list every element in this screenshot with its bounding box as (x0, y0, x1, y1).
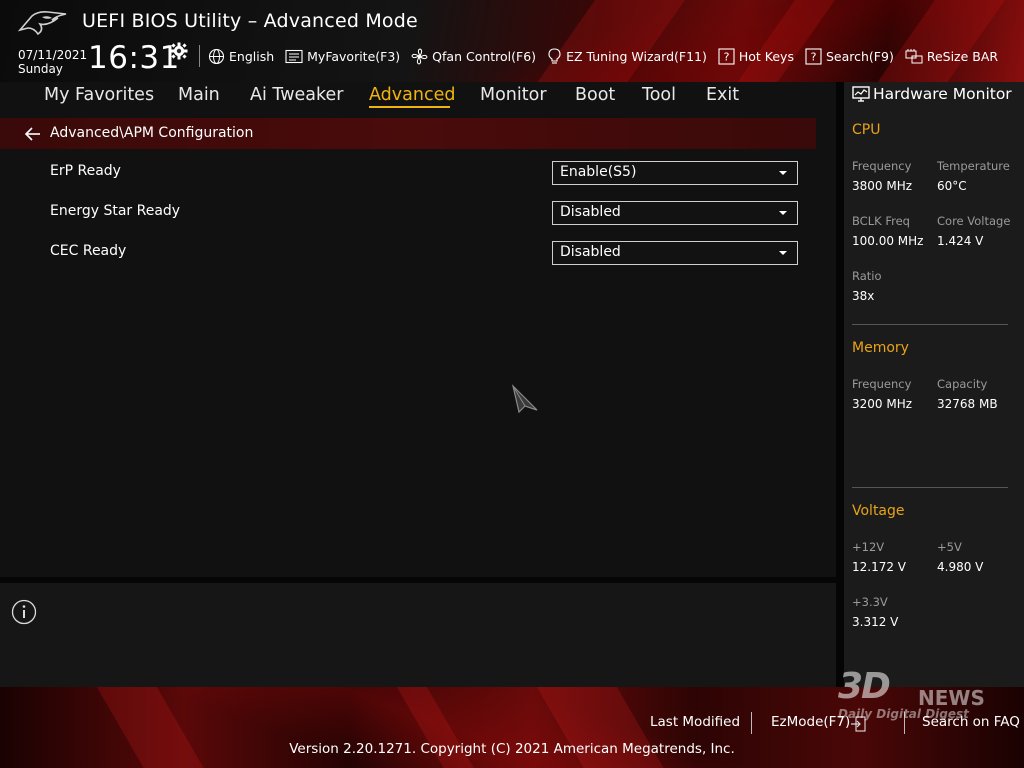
tab-main[interactable]: Main (178, 85, 220, 105)
v33-value: 3.312 V (852, 615, 899, 629)
mouse-cursor-icon (511, 384, 538, 414)
energy-star-ready-dropdown[interactable]: Disabled (552, 201, 798, 225)
search-label: Search(F9) (825, 48, 894, 64)
myfavorite-label: MyFavorite(F3) (307, 48, 401, 64)
search-box-icon: ? (805, 47, 822, 65)
language-button[interactable]: English (208, 48, 274, 65)
tab-advanced[interactable]: Advanced (369, 85, 455, 105)
erp-ready-dropdown[interactable]: Enable(S5) (552, 161, 798, 185)
ez-tuning-wizard-button[interactable]: EZ Tuning Wizard(F11) (547, 47, 707, 65)
resize-bar-icon (905, 48, 923, 63)
ratio-label: Ratio (852, 269, 882, 283)
hot-keys-label: Hot Keys (738, 48, 794, 64)
v12-value: 12.172 V (852, 560, 907, 574)
voltage-section-title: Voltage (852, 503, 905, 519)
date-display: 07/11/2021 (18, 48, 88, 62)
qfan-control-button[interactable]: Qfan Control(F6) (411, 47, 537, 65)
v5-value: 4.980 V (937, 560, 984, 574)
bulb-icon (548, 47, 561, 64)
tab-exit[interactable]: Exit (706, 85, 739, 105)
bclk-freq-label: BCLK Freq (852, 214, 910, 228)
core-voltage-value: 1.424 V (937, 234, 984, 248)
memory-section-title: Memory (852, 340, 909, 356)
resize-bar-button[interactable]: ReSize BAR (905, 48, 998, 65)
erp-ready-value: Enable(S5) (560, 164, 637, 180)
energy-star-ready-label: Energy Star Ready (50, 203, 181, 219)
v12-label: +12V (852, 540, 885, 554)
back-arrow-icon[interactable] (24, 126, 42, 142)
toolbar: English MyFavorite(F3) Qfan Control(F6) … (208, 46, 1009, 66)
cpu-temperature-value: 60°C (937, 179, 967, 193)
memory-frequency-value: 3200 MHz (852, 397, 913, 411)
globe-icon (208, 48, 225, 64)
cpu-temperature-label: Temperature (937, 159, 1010, 173)
copyright-text: Version 2.20.1271. Copyright (C) 2021 Am… (289, 741, 735, 757)
breadcrumb-path: Advanced\APM Configuration (50, 125, 254, 141)
core-voltage-label: Core Voltage (937, 214, 1011, 228)
day-display: Sunday (18, 62, 63, 76)
hot-keys-button[interactable]: ? Hot Keys (718, 47, 794, 65)
svg-text:?: ? (811, 50, 817, 63)
tab-ai-tweaker[interactable]: Ai Tweaker (250, 85, 343, 105)
memory-frequency-label: Frequency (852, 377, 912, 391)
tab-monitor[interactable]: Monitor (480, 85, 547, 105)
energy-star-ready-value: Disabled (560, 204, 621, 220)
active-tab-underline (369, 106, 450, 108)
search-button[interactable]: ? Search(F9) (805, 47, 894, 65)
memory-capacity-label: Capacity (937, 377, 988, 391)
v33-label: +3.3V (852, 595, 888, 609)
v5-label: +5V (937, 540, 962, 554)
chevron-down-icon (779, 171, 787, 175)
bclk-freq-value: 100.00 MHz (852, 234, 924, 248)
clock-display[interactable]: 16:31 (88, 40, 180, 76)
chevron-down-icon (779, 211, 787, 215)
qfan-label: Qfan Control(F6) (432, 48, 537, 64)
section-divider (852, 324, 1008, 325)
watermark-logo: 3D (838, 666, 891, 707)
ratio-value: 38x (852, 289, 875, 303)
cec-ready-dropdown[interactable]: Disabled (552, 241, 798, 265)
section-divider (852, 487, 1008, 488)
hardware-monitor-title: Hardware Monitor (873, 85, 1012, 103)
panel-gap (836, 82, 844, 687)
info-icon (11, 599, 37, 625)
footer-separator (751, 712, 752, 734)
cpu-frequency-value: 3800 MHz (852, 179, 913, 193)
fan-icon (411, 47, 428, 65)
help-box-icon: ? (718, 47, 735, 65)
cpu-section-title: CPU (852, 122, 881, 138)
erp-ready-label: ErP Ready (50, 163, 121, 179)
language-label: English (229, 48, 275, 64)
tab-my-favorites[interactable]: My Favorites (44, 85, 154, 105)
help-info-panel (0, 583, 836, 687)
favorite-icon (285, 49, 303, 63)
chevron-down-icon (779, 251, 787, 255)
app-title: UEFI BIOS Utility – Advanced Mode (82, 10, 418, 32)
header-separator (199, 45, 200, 67)
cec-ready-value: Disabled (560, 244, 621, 260)
gear-icon[interactable] (170, 42, 188, 60)
cec-ready-label: CEC Ready (50, 243, 127, 259)
tab-tool[interactable]: Tool (642, 85, 676, 105)
rog-logo-icon (18, 11, 67, 36)
resize-bar-label: ReSize BAR (926, 48, 999, 64)
memory-capacity-value: 32768 MB (937, 397, 998, 411)
ez-tuning-label: EZ Tuning Wizard(F11) (566, 48, 707, 64)
monitor-icon (852, 86, 870, 102)
svg-text:?: ? (723, 50, 729, 63)
watermark-tagline: Daily Digital Digest (838, 707, 969, 721)
last-modified-button[interactable]: Last Modified (650, 714, 740, 730)
myfavorite-button[interactable]: MyFavorite(F3) (285, 49, 400, 64)
cpu-frequency-label: Frequency (852, 159, 912, 173)
tab-boot[interactable]: Boot (575, 85, 615, 105)
